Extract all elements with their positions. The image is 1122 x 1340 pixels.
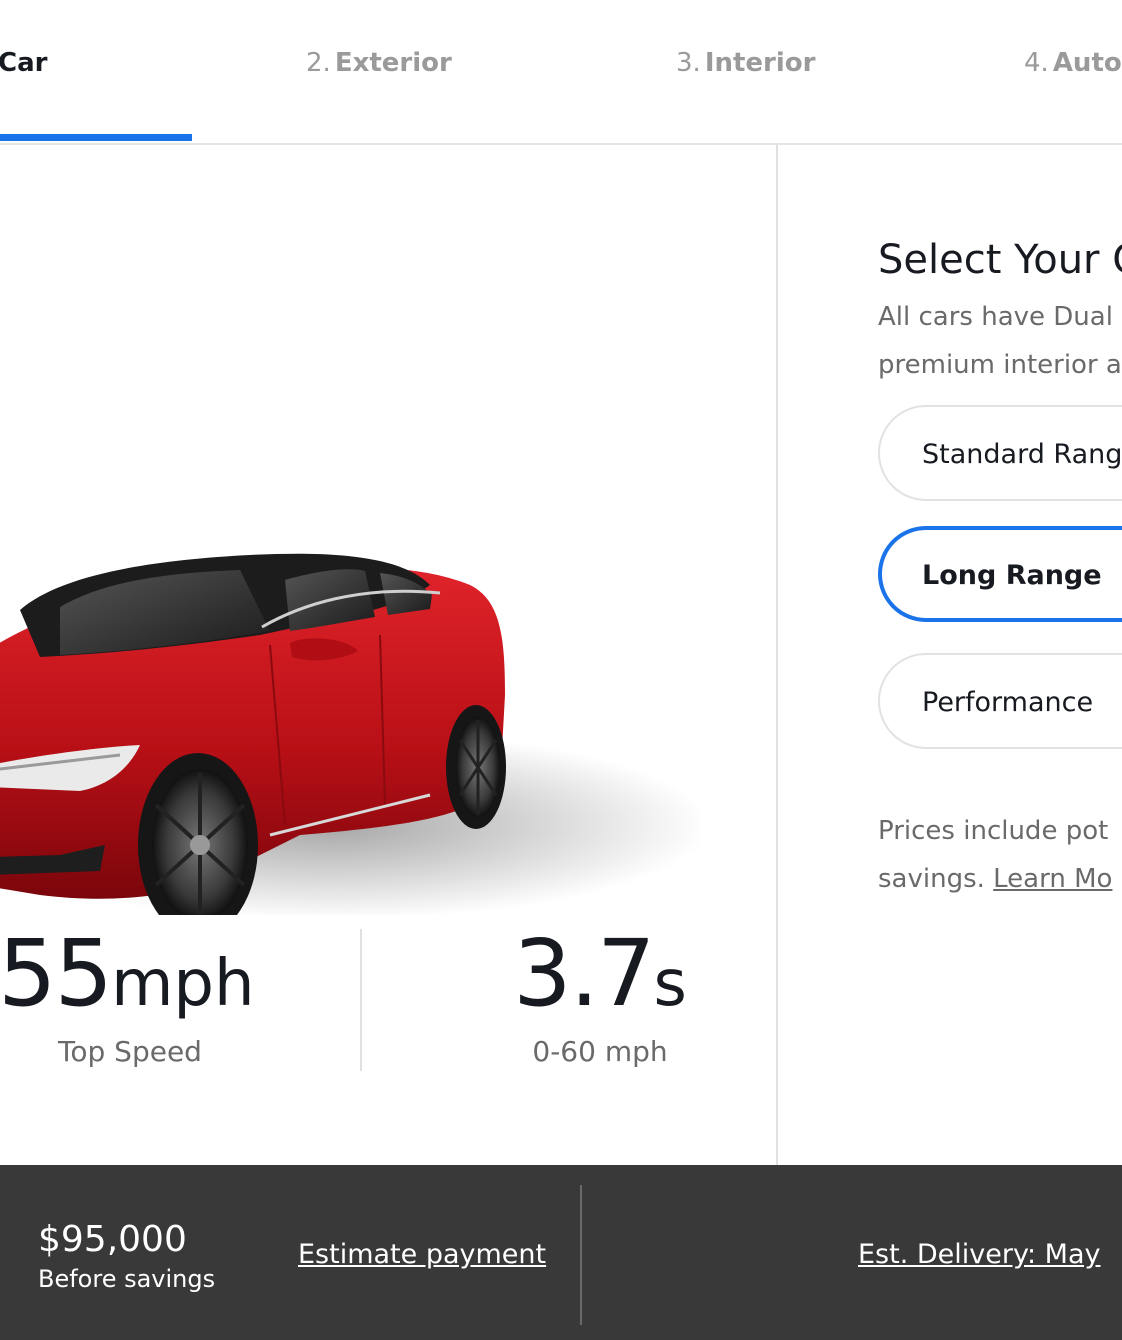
acceleration-stat: 3.7s 0-60 mph xyxy=(470,920,730,1068)
tab-exterior-number: 2. xyxy=(306,48,331,78)
tab-autopilot-number: 4. xyxy=(1024,48,1049,78)
price-value: $95,000 xyxy=(38,1219,187,1260)
price-note-prefix: savings. xyxy=(878,864,985,894)
panel-description-line-2: premium interior a xyxy=(878,350,1122,380)
tab-autopilot[interactable]: 4. Auto xyxy=(1024,48,1122,78)
panel-description: All cars have Dual premium interior a xyxy=(878,293,1122,389)
step-tabs: Car 2. Exterior 3. Interior 4. Auto xyxy=(0,0,1122,145)
acceleration-unit: s xyxy=(653,947,687,1021)
top-speed-label: Top Speed xyxy=(58,1035,202,1068)
option-performance[interactable]: Performance xyxy=(878,653,1122,749)
price-note-line-2: savings. Learn Mo xyxy=(878,855,1122,903)
panel-title: Select Your C xyxy=(878,237,1122,283)
option-long-range-label: Long Range xyxy=(922,560,1102,591)
price-note-line-1: Prices include pot xyxy=(878,816,1109,846)
option-performance-label: Performance xyxy=(922,687,1094,718)
top-speed-stat: 55mph Top Speed xyxy=(0,920,260,1068)
footer-bar: $95,000 Before savings Est​imate payment… xyxy=(0,1165,1122,1340)
acceleration-label: 0-60 mph xyxy=(532,1035,668,1068)
panel-description-line-1: All cars have Dual xyxy=(878,302,1113,332)
tab-interior-label: Interior xyxy=(704,48,816,78)
delivery-estimate-link[interactable]: Est. Delivery: May xyxy=(858,1239,1101,1270)
top-speed-value: 55mph xyxy=(0,920,260,1027)
footer-divider xyxy=(580,1185,582,1325)
price-label: Before savings xyxy=(38,1265,216,1293)
stats-divider xyxy=(360,929,362,1071)
tab-car-label: Car xyxy=(0,48,48,78)
car-preview-area: 55mph Top Speed 3.7s 0-60 mph xyxy=(0,145,776,1165)
configuration-panel: Select Your C All cars have Dual premium… xyxy=(778,145,1122,1165)
option-standard-range-label: Standard Range xyxy=(922,439,1122,470)
acceleration-value: 3.7s xyxy=(470,920,730,1027)
tab-exterior[interactable]: 2. Exterior xyxy=(306,48,452,78)
car-image xyxy=(0,395,710,937)
tab-interior-number: 3. xyxy=(676,48,701,78)
active-tab-indicator xyxy=(0,134,192,141)
option-standard-range[interactable]: Standard Range xyxy=(878,405,1122,501)
tab-autopilot-label: Auto xyxy=(1052,48,1122,78)
tab-exterior-label: Exterior xyxy=(334,48,452,78)
tab-car[interactable]: Car xyxy=(0,48,47,78)
price-note: Prices include pot savings. Learn Mo xyxy=(878,807,1122,903)
top-speed-number: 55 xyxy=(0,920,113,1027)
tab-interior[interactable]: 3. Interior xyxy=(676,48,815,78)
option-long-range[interactable]: Long Range xyxy=(878,526,1122,622)
learn-more-link[interactable]: Learn Mo xyxy=(993,864,1112,894)
estimate-payment-link[interactable]: Est​imate payment xyxy=(298,1239,546,1270)
top-speed-unit: mph xyxy=(111,947,255,1021)
acceleration-number: 3.7 xyxy=(513,920,655,1027)
red-sedan-illustration xyxy=(0,553,710,937)
